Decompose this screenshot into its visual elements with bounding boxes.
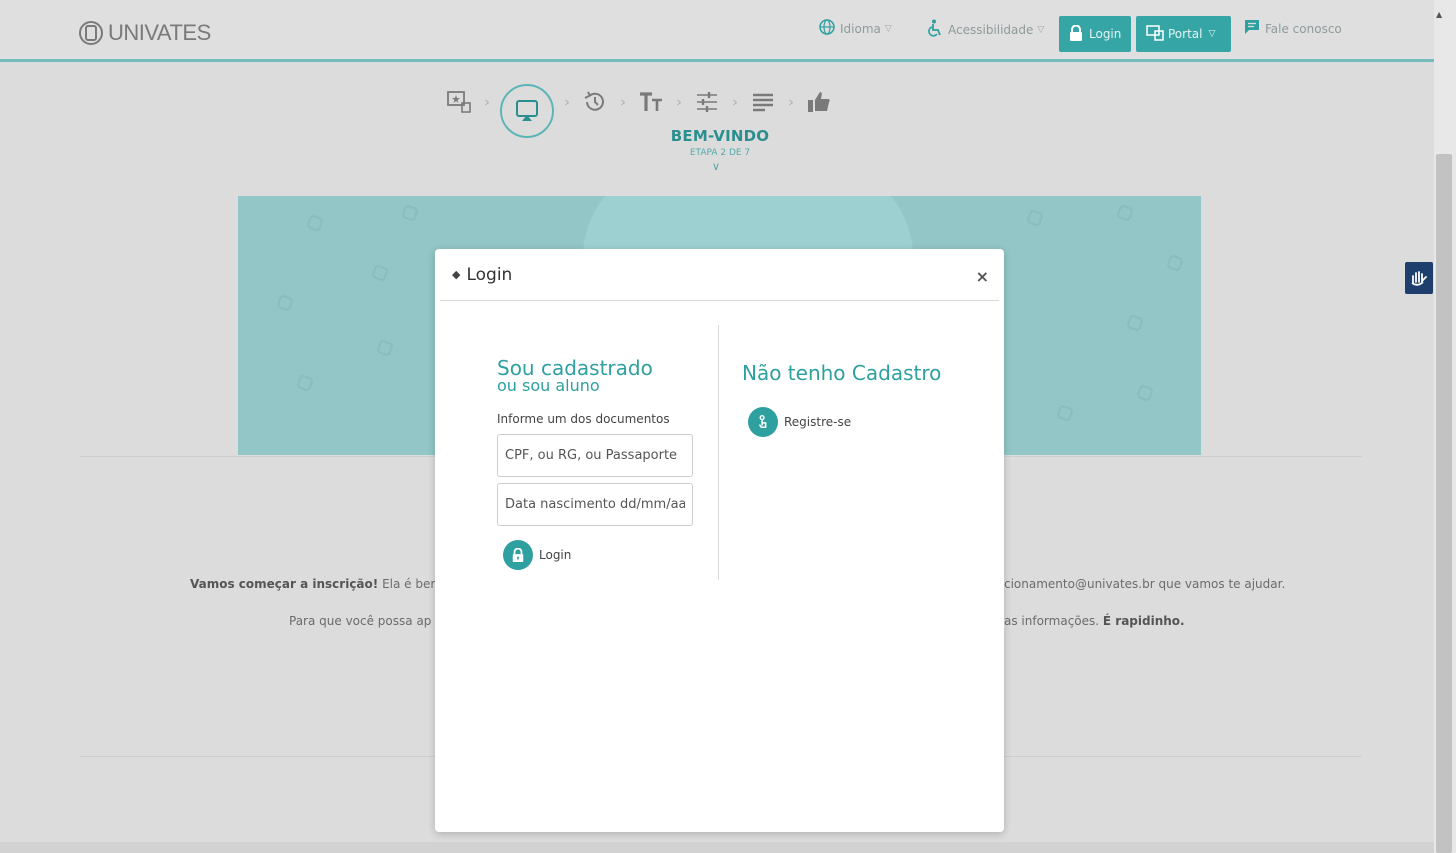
modal-login-button[interactable]: Login [503,540,571,570]
acessibilidade-menu[interactable]: Acessibilidade ▽ [927,19,1044,40]
registered-subheading: ou sou aluno [497,376,600,395]
portal-label: Portal [1168,27,1203,41]
not-registered-heading: Não tenho Cadastro [742,361,942,385]
document-input[interactable] [497,434,693,477]
portal-button[interactable]: Portal ▽ [1136,16,1231,52]
logo-text: UNIVATES [108,20,211,45]
banner-pattern-icon [371,264,389,282]
header-login-label: Login [1089,27,1122,41]
footer-strip [0,842,1434,853]
intro-paragraph-left: Vamos começar a inscrição! Ela é ber [190,577,435,591]
top-header: UNIVATES Idioma ▽ Acessibilidade ▽ Login… [0,0,1434,62]
idioma-label: Idioma [840,21,881,36]
sign-language-icon[interactable] [1405,262,1433,294]
intro-paragraph-right: cionamento@univates.br que vamos te ajud… [1004,577,1286,591]
documents-label: Informe um dos documentos [497,412,670,426]
register-label: Registre-se [784,415,852,429]
intro-bold: Vamos começar a inscrição! [190,577,379,591]
banner-pattern-icon [1116,204,1134,222]
login-modal: ◆ Login × Sou cadastrado ou sou aluno In… [435,249,1004,832]
globe-icon [819,19,835,38]
list-icon[interactable] [748,87,778,117]
acessibilidade-label: Acessibilidade [948,22,1034,37]
screen-star-icon[interactable] [444,87,474,117]
banner-pattern-icon [276,294,294,312]
fale-conosco-link[interactable]: Fale conosco [1244,19,1342,38]
modal-header: ◆ Login [440,249,999,301]
scroll-up-arrow-icon[interactable]: ▲ [1436,10,1442,19]
fale-conosco-label: Fale conosco [1265,21,1342,36]
step-subtitle: ETAPA 2 DE 7 [689,148,751,158]
chevron-down-icon[interactable]: ∨ [712,160,720,173]
text-size-icon[interactable] [636,87,666,117]
univates-logo[interactable]: UNIVATES [78,20,211,46]
info-bold: É rapidinho. [1102,614,1185,628]
banner-pattern-icon [376,339,394,357]
screen-touch-icon[interactable] [500,84,554,138]
idioma-menu[interactable]: Idioma ▽ [819,19,892,38]
chat-icon [1244,19,1260,38]
step-separator: › [676,93,682,111]
modal-title: Login [466,264,513,285]
thumbs-up-icon[interactable] [804,87,834,117]
banner-pattern-icon [1126,314,1144,332]
wheelchair-icon [927,19,943,40]
step-separator: › [484,93,490,111]
banner-pattern-icon [401,204,419,222]
step-separator: › [788,93,794,111]
info-text: as informações. [1004,614,1103,628]
banner-pattern-icon [1136,384,1154,402]
portal-screens-icon [1146,24,1164,44]
banner-pattern-icon [1026,209,1044,227]
history-icon[interactable] [580,87,610,117]
chevron-down-icon: ▽ [1037,24,1045,35]
info-paragraph-left: Para que você possa ap [289,614,432,628]
banner-pattern-icon [296,374,314,392]
step-separator: › [620,93,626,111]
scrollbar-thumb[interactable] [1436,154,1452,853]
sliders-icon[interactable] [692,87,722,117]
intro-text: Ela é ber [378,577,436,591]
lock-icon [1069,24,1083,44]
step-separator: › [732,93,738,111]
banner-pattern-icon [1056,404,1074,422]
register-button[interactable]: Registre-se [748,407,851,437]
sort-arrows-icon: ◆ [452,268,461,281]
step-separator: › [564,93,570,111]
modal-login-label: Login [539,548,572,562]
banner-pattern-icon [306,214,324,232]
birthdate-input[interactable] [497,483,693,526]
close-icon[interactable]: × [976,267,989,286]
lock-icon [503,540,533,570]
info-paragraph-right: as informações. É rapidinho. [1004,614,1185,628]
header-login-button[interactable]: Login [1059,16,1131,52]
banner-pattern-icon [1166,254,1184,272]
chevron-down-icon: ▽ [884,23,892,34]
chevron-down-icon: ▽ [1208,29,1216,39]
univates-logo-icon [79,21,103,45]
column-divider [718,325,719,580]
hand-pointer-icon [748,407,778,437]
step-title: BEM-VINDO [670,127,770,145]
